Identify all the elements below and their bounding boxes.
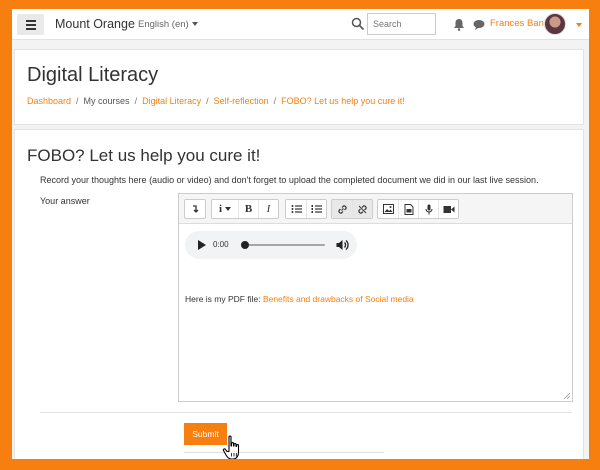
breadcrumb-section[interactable]: Self-reflection [214, 96, 269, 106]
bold-label: B [244, 203, 253, 215]
italic-label: I [266, 203, 271, 215]
video-camera-icon [443, 205, 454, 213]
toolbar-group-format: i B I [211, 199, 279, 219]
toolbar-group-lists [285, 199, 327, 219]
toolbar-group-links [331, 199, 373, 219]
resize-handle-icon[interactable] [563, 392, 570, 399]
toolbar-group-media [377, 199, 459, 219]
breadcrumb-separator: / [273, 96, 277, 106]
user-menu-chevron-icon[interactable] [576, 23, 582, 27]
breadcrumb-course[interactable]: Digital Literacy [142, 96, 201, 106]
editor-toolbar: i B I [179, 194, 572, 224]
insert-media-button[interactable] [398, 200, 418, 218]
chevron-down-icon [191, 22, 198, 27]
submit-button[interactable]: Submit [184, 423, 227, 445]
chat-icon[interactable] [473, 19, 485, 31]
unlink-button[interactable] [352, 200, 372, 218]
collapse-toggle-icon [193, 205, 199, 213]
rich-text-editor[interactable]: i B I 0:00 Here is my PDF file: Benefits… [178, 193, 573, 402]
record-video-button[interactable] [438, 200, 458, 218]
pdf-prefix-text: Here is my PDF file: [185, 294, 263, 304]
link-icon [337, 204, 347, 214]
audio-player[interactable]: 0:00 [185, 231, 357, 259]
language-menu[interactable]: English (en) [138, 19, 198, 30]
breadcrumb-separator: / [76, 96, 79, 106]
bold-button[interactable]: B [238, 200, 258, 218]
main-content: FOBO? Let us help you cure it! Record yo… [14, 129, 584, 459]
menu-toggle-button[interactable] [17, 14, 44, 35]
italic-button[interactable]: I [258, 200, 278, 218]
audio-progress-track[interactable] [241, 244, 325, 246]
breadcrumb: Dashboard / My courses / Digital Literacy / Se… [27, 96, 405, 106]
breadcrumb-separator: / [134, 96, 138, 106]
breadcrumb-dashboard[interactable]: Dashboard [27, 96, 71, 106]
browser-frame: Mount Orange English (en) Frances Banks … [12, 9, 589, 459]
unlink-icon [358, 204, 367, 214]
footer-divider [184, 452, 384, 453]
chevron-down-icon [225, 207, 232, 211]
breadcrumb-activity[interactable]: FOBO? Let us help you cure it! [281, 96, 405, 106]
site-name-link[interactable]: Mount Orange [55, 17, 135, 31]
answer-label: Your answer [40, 196, 90, 206]
audio-progress-handle[interactable] [241, 241, 249, 249]
insert-image-button[interactable] [378, 200, 398, 218]
ordered-list-button[interactable] [306, 200, 326, 218]
link-button[interactable] [332, 200, 352, 218]
paragraph-style-button[interactable]: i [212, 200, 238, 218]
search-input[interactable] [367, 13, 436, 35]
top-navbar: Mount Orange English (en) Frances Banks [12, 9, 589, 40]
image-icon [382, 204, 394, 214]
page-header: Digital Literacy Dashboard / My courses / Di… [14, 49, 584, 125]
form-divider [40, 412, 572, 413]
hand-pointer-cursor-icon [222, 435, 240, 459]
breadcrumb-separator: / [206, 96, 209, 106]
volume-icon[interactable] [336, 239, 349, 251]
unordered-list-button[interactable] [286, 200, 306, 218]
language-label: English (en) [138, 19, 189, 30]
user-avatar[interactable] [544, 13, 566, 35]
info-icon: i [218, 203, 223, 215]
audio-time: 0:00 [213, 240, 229, 249]
question-title: FOBO? Let us help you cure it! [27, 146, 261, 165]
bell-icon[interactable] [453, 18, 465, 31]
file-media-icon [404, 203, 413, 215]
play-icon[interactable] [198, 240, 206, 250]
toolbar-group-collapse [184, 199, 206, 219]
question-instructions: Record your thoughts here (audio or vide… [40, 175, 539, 185]
editor-content-area[interactable]: 0:00 Here is my PDF file: Benefits and d… [179, 225, 572, 401]
breadcrumb-my-courses: My courses [83, 96, 130, 106]
numbered-list-icon [311, 205, 322, 213]
pdf-paragraph: Here is my PDF file: Benefits and drawba… [185, 294, 414, 304]
toolbar-toggle-button[interactable] [185, 200, 205, 218]
microphone-icon [425, 204, 432, 214]
bullet-list-icon [291, 205, 302, 213]
page-title: Digital Literacy [27, 64, 159, 86]
record-audio-button[interactable] [418, 200, 438, 218]
pdf-file-link[interactable]: Benefits and drawbacks of Social media [263, 294, 414, 304]
search-icon[interactable] [351, 17, 365, 31]
